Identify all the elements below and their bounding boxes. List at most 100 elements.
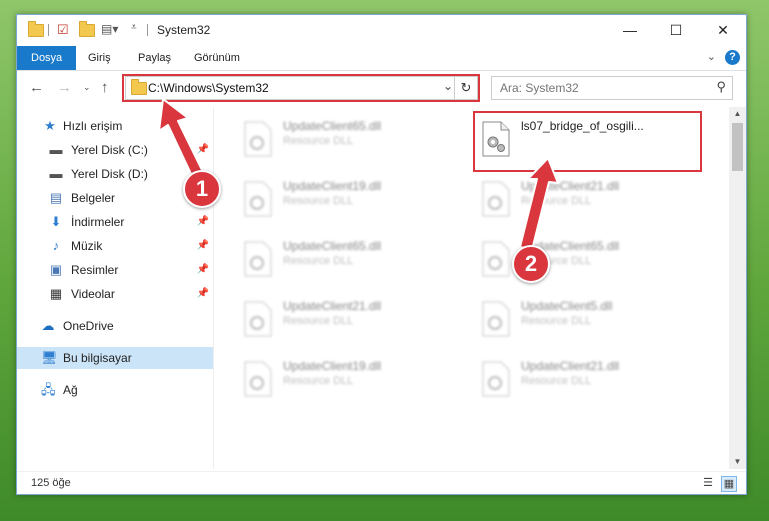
file-type: Resource DLL <box>283 315 354 327</box>
dll-file-icon <box>244 241 272 277</box>
file-item[interactable]: UpdateClient21.dll Resource DLL <box>237 295 457 343</box>
file-item[interactable]: UpdateClient19.dll Resource DLL <box>237 355 457 403</box>
nav-item-label: Resimler <box>71 263 119 277</box>
back-arrow-icon[interactable]: ← <box>29 79 44 96</box>
tab-paylas[interactable]: Paylaş <box>138 46 171 70</box>
nav-item-downloads[interactable]: ⬇ İndirmeler 📌 <box>17 211 213 233</box>
file-name: UpdateClient19.dll <box>283 359 382 373</box>
cloud-icon: ☁ <box>41 318 55 333</box>
nav-item-label: Yerel Disk (D:) <box>71 167 148 181</box>
file-name: UpdateClient19.dll <box>283 179 382 193</box>
folder-icon[interactable] <box>28 21 44 38</box>
nav-item-label: Ağ <box>63 383 78 397</box>
maximize-button[interactable]: ☐ <box>653 15 699 46</box>
step-1-badge: 1 <box>183 170 221 208</box>
file-name: UpdateClient21.dll <box>521 179 620 193</box>
scroll-up-icon[interactable]: ▲ <box>729 107 746 121</box>
pin-icon[interactable]: 📌 <box>197 235 209 257</box>
drive-icon: ▬ <box>49 142 63 157</box>
nav-item-label: Videolar <box>71 287 115 301</box>
target-file-highlight <box>473 111 702 172</box>
file-name: UpdateClient5.dll <box>521 299 613 313</box>
nav-item-local-disk-c[interactable]: ▬ Yerel Disk (C:) 📌 <box>17 139 213 161</box>
dll-file-icon <box>482 241 510 277</box>
network-icon: 🖧 <box>41 382 56 397</box>
nav-item-this-pc[interactable]: 🖥 Bu bilgisayar <box>17 347 213 369</box>
tab-gorunum[interactable]: Görünüm <box>194 46 240 70</box>
recent-locations-icon[interactable]: ⌄ <box>83 82 91 93</box>
pin-icon[interactable]: 📌 <box>197 283 209 305</box>
star-icon: ★ <box>44 118 56 133</box>
nav-item-label: OneDrive <box>63 319 114 333</box>
scrollbar-thumb[interactable] <box>732 123 743 171</box>
file-item[interactable]: UpdateClient65.dll Resource DLL <box>237 235 457 283</box>
videos-icon: ▦ <box>49 286 63 301</box>
nav-item-label: İndirmeler <box>71 215 125 229</box>
file-name: UpdateClient65.dll <box>283 239 382 253</box>
help-icon[interactable]: ? <box>725 50 740 65</box>
large-icons-view-icon[interactable]: ▦ <box>721 476 737 492</box>
item-count: 125 öğe <box>31 477 71 489</box>
title-bar: ☑ ▤▾ ⩡ System32 — ☐ ✕ <box>17 15 746 46</box>
divider <box>48 24 49 36</box>
nav-item-onedrive[interactable]: ☁ OneDrive <box>17 315 213 337</box>
close-button[interactable]: ✕ <box>700 15 746 46</box>
tab-dosya[interactable]: Dosya <box>17 46 77 70</box>
search-input[interactable] <box>498 80 702 96</box>
file-item[interactable]: UpdateClient65.dll Resource DLL <box>475 235 695 283</box>
search-box[interactable]: ⚲ <box>491 76 733 100</box>
properties-icon[interactable]: ☑ <box>57 22 69 38</box>
minimize-button[interactable]: — <box>607 15 653 46</box>
file-item[interactable]: UpdateClient65.dll Resource DLL <box>237 115 457 163</box>
file-type: Resource DLL <box>521 315 592 327</box>
nav-item-label: Belgeler <box>71 191 116 205</box>
file-type: Resource DLL <box>283 195 354 207</box>
file-type: Resource DLL <box>521 375 592 387</box>
nav-item-music[interactable]: ♪ Müzik 📌 <box>17 235 213 257</box>
navigation-pane: ★ Hızlı erişim ▬ Yerel Disk (C:) 📌 ▬ Yer… <box>17 107 214 469</box>
customize-icon[interactable]: ▤▾ <box>101 22 118 38</box>
step-2-badge: 2 <box>512 245 550 283</box>
ribbon-expand-icon[interactable]: ⌄ <box>707 50 716 63</box>
search-icon[interactable]: ⚲ <box>716 79 726 95</box>
file-item[interactable]: UpdateClient19.dll Resource DLL <box>237 175 457 223</box>
pin-icon[interactable]: 📌 <box>197 211 209 233</box>
chevron-down-icon[interactable]: ⩡ <box>131 22 137 38</box>
forward-arrow-icon[interactable]: → <box>57 79 72 96</box>
nav-item-network[interactable]: 🖧 Ağ <box>17 379 213 401</box>
file-name: UpdateClient21.dll <box>283 299 382 313</box>
details-view-icon[interactable]: ☰ <box>701 476 715 490</box>
vertical-scrollbar[interactable]: ▲ ▼ <box>729 107 746 469</box>
file-type: Resource DLL <box>283 135 354 147</box>
up-arrow-icon[interactable]: ↑ <box>101 79 109 96</box>
nav-item-label: Yerel Disk (C:) <box>71 143 148 157</box>
file-item[interactable]: UpdateClient21.dll Resource DLL <box>475 355 695 403</box>
pin-icon[interactable]: 📌 <box>197 259 209 281</box>
scroll-down-icon[interactable]: ▼ <box>729 455 746 469</box>
dll-file-icon <box>482 361 510 397</box>
dll-file-icon <box>244 181 272 217</box>
tab-giris[interactable]: Giriş <box>88 46 111 70</box>
status-bar: 125 öğe ☰ ▦ <box>17 471 746 494</box>
file-type: Resource DLL <box>283 255 354 267</box>
file-item[interactable]: UpdateClient5.dll Resource DLL <box>475 295 695 343</box>
ribbon-tabs: Dosya Giriş Paylaş Görünüm ⌄ ? <box>17 46 746 71</box>
nav-item-videos[interactable]: ▦ Videolar 📌 <box>17 283 213 305</box>
nav-item-pictures[interactable]: ▣ Resimler 📌 <box>17 259 213 281</box>
pin-icon[interactable]: 📌 <box>197 139 209 161</box>
downloads-icon: ⬇ <box>50 214 62 229</box>
address-bar-highlight <box>122 74 480 102</box>
dll-file-icon <box>482 181 510 217</box>
file-item[interactable]: UpdateClient21.dll Resource DLL <box>475 175 695 223</box>
pictures-icon: ▣ <box>49 262 63 277</box>
new-folder-icon[interactable] <box>79 21 95 38</box>
nav-item-quick-access[interactable]: ★ Hızlı erişim <box>17 115 213 137</box>
drive-icon: ▬ <box>49 166 63 181</box>
file-type: Resource DLL <box>521 195 592 207</box>
divider <box>147 24 148 36</box>
dll-file-icon <box>244 121 272 157</box>
computer-icon: 🖥 <box>41 350 58 365</box>
nav-item-label: Müzik <box>71 239 103 253</box>
music-icon: ♪ <box>52 238 60 253</box>
file-name: UpdateClient21.dll <box>521 359 620 373</box>
